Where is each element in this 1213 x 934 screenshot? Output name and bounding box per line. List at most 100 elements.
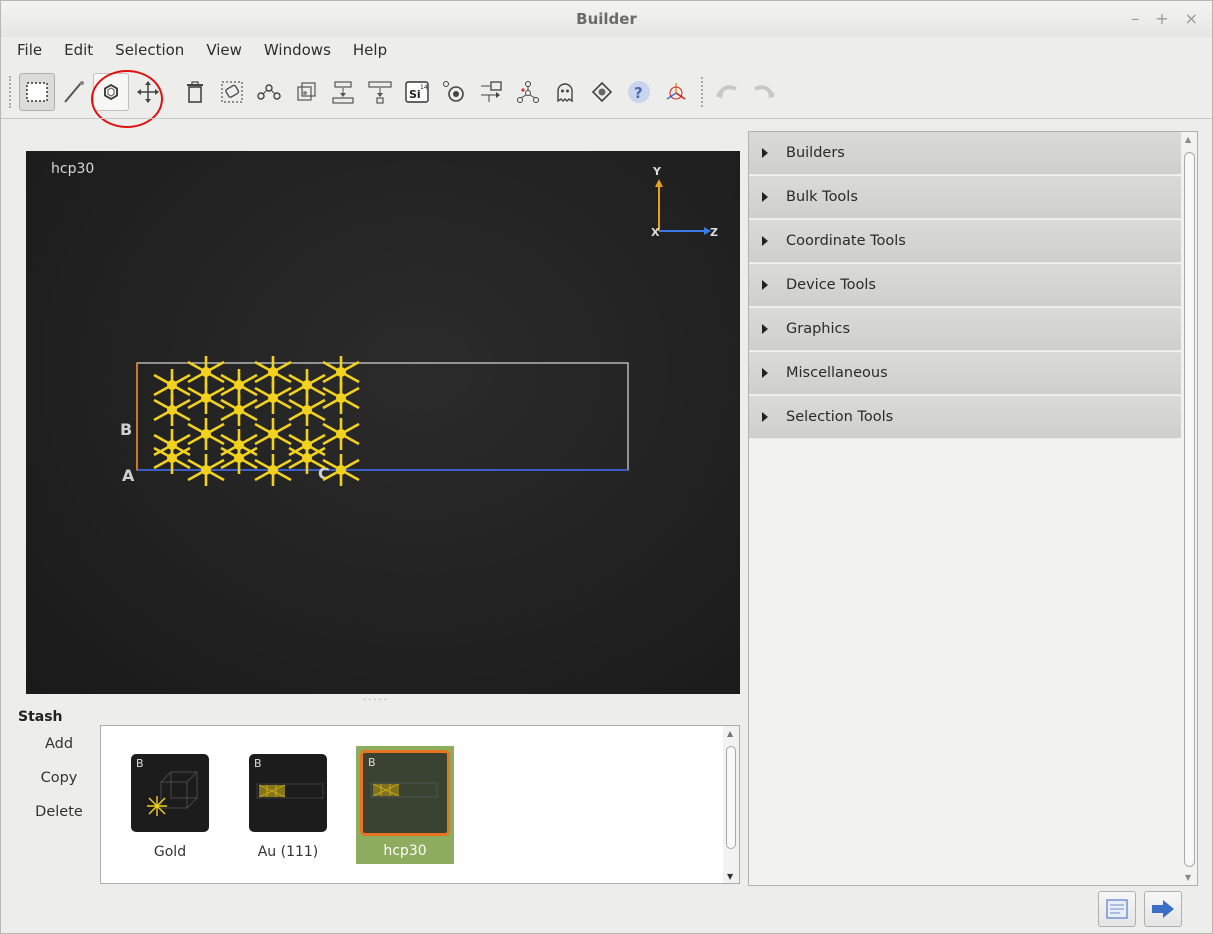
atom[interactable]: [234, 453, 244, 463]
stash-copy-button[interactable]: Copy: [41, 768, 78, 802]
stash-scrollbar[interactable]: ▲ ▼: [723, 726, 739, 883]
atom[interactable]: [234, 405, 244, 415]
copy-tag-button[interactable]: [214, 73, 250, 111]
expand-arrow-icon: [762, 192, 768, 202]
close-button[interactable]: ×: [1185, 9, 1198, 28]
element-button[interactable]: Si 14: [399, 73, 435, 111]
section-bulk-tools[interactable]: Bulk Tools: [749, 176, 1181, 219]
insert-atom-button[interactable]: [325, 73, 361, 111]
menu-windows[interactable]: Windows: [264, 37, 343, 65]
atom[interactable]: [167, 453, 177, 463]
axis-x-label: X: [651, 226, 660, 239]
atom[interactable]: [167, 380, 177, 390]
rectangle-select-icon: [26, 82, 48, 102]
section-miscellaneous[interactable]: Miscellaneous: [749, 352, 1181, 395]
svg-text:?: ?: [634, 84, 643, 102]
move-icon: [137, 81, 159, 103]
section-label: Builders: [786, 145, 845, 161]
rectangle-select-button[interactable]: [19, 73, 55, 111]
insert-chain-button[interactable]: [362, 73, 398, 111]
lasso-select-button[interactable]: [56, 73, 92, 111]
section-graphics[interactable]: Graphics: [749, 308, 1181, 351]
bond-button[interactable]: [251, 73, 287, 111]
stash-item-hcp30[interactable]: B hcp30: [356, 746, 454, 864]
delete-button[interactable]: [177, 73, 213, 111]
stash-item-name: Gold: [153, 844, 187, 860]
scroll-down-arrow-icon[interactable]: ▼: [727, 872, 733, 881]
undo-button[interactable]: [709, 73, 745, 111]
atom[interactable]: [268, 429, 278, 439]
menu-help[interactable]: Help: [353, 37, 399, 65]
scroll-down-arrow-icon[interactable]: ▼: [1185, 873, 1191, 882]
scroll-up-arrow-icon[interactable]: ▲: [1185, 135, 1191, 144]
section-device-tools[interactable]: Device Tools: [749, 264, 1181, 307]
builder-window: Builder – + × File Edit Selection View W…: [0, 0, 1213, 934]
atom[interactable]: [201, 393, 211, 403]
stash-badge: B: [368, 756, 376, 769]
maximize-button[interactable]: +: [1155, 9, 1168, 28]
help-button[interactable]: ?: [621, 73, 657, 111]
toolbar-grip[interactable]: [9, 76, 13, 108]
send-to-button[interactable]: [1144, 891, 1182, 927]
minimize-button[interactable]: –: [1131, 9, 1139, 28]
stash-item-au111[interactable]: B Au (111): [229, 746, 327, 864]
splitter-handle[interactable]: ·····: [363, 695, 389, 706]
section-selection-tools[interactable]: Selection Tools: [749, 396, 1181, 439]
stash-delete-button[interactable]: Delete: [35, 802, 83, 836]
axes-button[interactable]: [658, 73, 694, 111]
redo-button[interactable]: [746, 73, 782, 111]
cluster-button[interactable]: [510, 73, 546, 111]
atom[interactable]: [302, 453, 312, 463]
move-button[interactable]: [130, 73, 166, 111]
stash-actions: Add Copy Delete: [31, 734, 87, 836]
stash-item-gold[interactable]: B Gold: [111, 746, 209, 864]
atom[interactable]: [268, 367, 278, 377]
menu-edit[interactable]: Edit: [64, 37, 105, 65]
atom[interactable]: [336, 367, 346, 377]
cube-icon: [297, 82, 316, 101]
rotate-button[interactable]: [584, 73, 620, 111]
ghost-button[interactable]: [547, 73, 583, 111]
titlebar: Builder – + ×: [1, 1, 1212, 37]
section-coordinate-tools[interactable]: Coordinate Tools: [749, 220, 1181, 263]
atom[interactable]: [201, 367, 211, 377]
atom[interactable]: [336, 465, 346, 475]
stash-panel: B Gold B Au (111) B hcp30 ▲ ▼: [100, 725, 740, 884]
atom[interactable]: [302, 380, 312, 390]
3d-viewport[interactable]: hcp30 Y X Z B A C: [26, 151, 740, 694]
atom[interactable]: [167, 440, 177, 450]
scrollbar-thumb[interactable]: [1184, 152, 1195, 867]
scrollbar-thumb[interactable]: [726, 746, 736, 849]
atom[interactable]: [268, 465, 278, 475]
hydrogen-button[interactable]: [436, 73, 472, 111]
atom[interactable]: [302, 405, 312, 415]
cell-label-b: B: [120, 420, 132, 439]
section-builders[interactable]: Builders: [749, 132, 1181, 175]
notes-button[interactable]: [1098, 891, 1136, 927]
hexagon-select-button[interactable]: [93, 73, 129, 111]
atom[interactable]: [201, 429, 211, 439]
atom[interactable]: [234, 380, 244, 390]
cube-button[interactable]: [288, 73, 324, 111]
send-arrow-icon: [1152, 900, 1174, 918]
panel-scrollbar[interactable]: ▲ ▼: [1181, 132, 1197, 885]
menu-file[interactable]: File: [17, 37, 54, 65]
cluster-icon: [517, 81, 539, 103]
atom[interactable]: [234, 440, 244, 450]
atom[interactable]: [201, 465, 211, 475]
atom[interactable]: [302, 440, 312, 450]
stash-thumbnail: B: [249, 754, 327, 832]
stash-add-button[interactable]: Add: [45, 734, 73, 768]
atom[interactable]: [336, 429, 346, 439]
scroll-up-arrow-icon[interactable]: ▲: [727, 729, 733, 738]
atom[interactable]: [336, 393, 346, 403]
atom[interactable]: [268, 393, 278, 403]
menu-selection[interactable]: Selection: [115, 37, 196, 65]
section-label: Bulk Tools: [786, 189, 858, 205]
stash-item-name: Au (111): [257, 844, 319, 860]
swap-button[interactable]: [473, 73, 509, 111]
expand-arrow-icon: [762, 148, 768, 158]
stash-thumbnail: B: [131, 754, 209, 832]
menu-view[interactable]: View: [206, 37, 254, 65]
atom[interactable]: [167, 405, 177, 415]
